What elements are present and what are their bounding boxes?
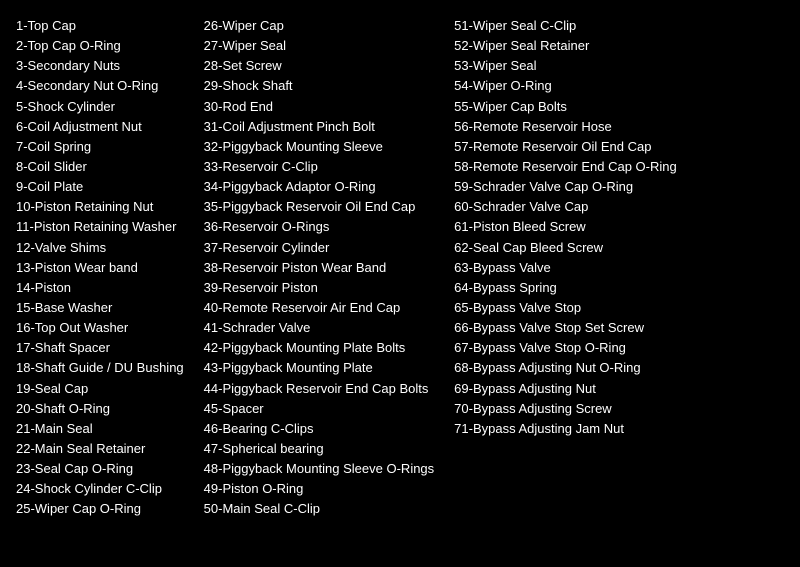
- list-item: 32-Piggyback Mounting Sleeve: [204, 137, 435, 157]
- list-item: 3-Secondary Nuts: [16, 56, 184, 76]
- list-item: 33-Reservoir C-Clip: [204, 157, 435, 177]
- list-item: 11-Piston Retaining Washer: [16, 217, 184, 237]
- list-item: 65-Bypass Valve Stop: [454, 298, 677, 318]
- list-item: 19-Seal Cap: [16, 379, 184, 399]
- list-item: 53-Wiper Seal: [454, 56, 677, 76]
- list-item: 70-Bypass Adjusting Screw: [454, 399, 677, 419]
- list-item: 29-Shock Shaft: [204, 76, 435, 96]
- list-item: 21-Main Seal: [16, 419, 184, 439]
- list-item: 25-Wiper Cap O-Ring: [16, 499, 184, 519]
- list-item: 46-Bearing C-Clips: [204, 419, 435, 439]
- list-item: 42-Piggyback Mounting Plate Bolts: [204, 338, 435, 358]
- list-item: 43-Piggyback Mounting Plate: [204, 358, 435, 378]
- list-item: 55-Wiper Cap Bolts: [454, 97, 677, 117]
- list-item: 27-Wiper Seal: [204, 36, 435, 56]
- list-item: 5-Shock Cylinder: [16, 97, 184, 117]
- list-item: 22-Main Seal Retainer: [16, 439, 184, 459]
- list-item: 71-Bypass Adjusting Jam Nut: [454, 419, 677, 439]
- list-item: 20-Shaft O-Ring: [16, 399, 184, 419]
- list-item: 67-Bypass Valve Stop O-Ring: [454, 338, 677, 358]
- list-item: 31-Coil Adjustment Pinch Bolt: [204, 117, 435, 137]
- list-item: 37-Reservoir Cylinder: [204, 238, 435, 258]
- list-item: 44-Piggyback Reservoir End Cap Bolts: [204, 379, 435, 399]
- list-item: 39-Reservoir Piston: [204, 278, 435, 298]
- column-2: 26-Wiper Cap27-Wiper Seal28-Set Screw29-…: [204, 16, 455, 520]
- list-item: 38-Reservoir Piston Wear Band: [204, 258, 435, 278]
- list-item: 61-Piston Bleed Screw: [454, 217, 677, 237]
- list-item: 68-Bypass Adjusting Nut O-Ring: [454, 358, 677, 378]
- list-item: 1-Top Cap: [16, 16, 184, 36]
- list-item: 56-Remote Reservoir Hose: [454, 117, 677, 137]
- list-item: 69-Bypass Adjusting Nut: [454, 379, 677, 399]
- list-item: 10-Piston Retaining Nut: [16, 197, 184, 217]
- list-item: 40-Remote Reservoir Air End Cap: [204, 298, 435, 318]
- list-item: 2-Top Cap O-Ring: [16, 36, 184, 56]
- list-item: 7-Coil Spring: [16, 137, 184, 157]
- list-item: 48-Piggyback Mounting Sleeve O-Rings: [204, 459, 435, 479]
- list-item: 6-Coil Adjustment Nut: [16, 117, 184, 137]
- list-item: 45-Spacer: [204, 399, 435, 419]
- list-item: 47-Spherical bearing: [204, 439, 435, 459]
- list-item: 14-Piston: [16, 278, 184, 298]
- list-item: 18-Shaft Guide / DU Bushing: [16, 358, 184, 378]
- list-item: 15-Base Washer: [16, 298, 184, 318]
- list-item: 60-Schrader Valve Cap: [454, 197, 677, 217]
- list-item: 50-Main Seal C-Clip: [204, 499, 435, 519]
- list-item: 28-Set Screw: [204, 56, 435, 76]
- list-item: 16-Top Out Washer: [16, 318, 184, 338]
- list-item: 13-Piston Wear band: [16, 258, 184, 278]
- list-item: 24-Shock Cylinder C-Clip: [16, 479, 184, 499]
- column-1: 1-Top Cap2-Top Cap O-Ring3-Secondary Nut…: [16, 16, 204, 520]
- list-item: 62-Seal Cap Bleed Screw: [454, 238, 677, 258]
- list-item: 36-Reservoir O-Rings: [204, 217, 435, 237]
- list-item: 35-Piggyback Reservoir Oil End Cap: [204, 197, 435, 217]
- list-item: 54-Wiper O-Ring: [454, 76, 677, 96]
- list-item: 52-Wiper Seal Retainer: [454, 36, 677, 56]
- list-item: 49-Piston O-Ring: [204, 479, 435, 499]
- list-item: 41-Schrader Valve: [204, 318, 435, 338]
- list-item: 59-Schrader Valve Cap O-Ring: [454, 177, 677, 197]
- list-item: 26-Wiper Cap: [204, 16, 435, 36]
- list-item: 17-Shaft Spacer: [16, 338, 184, 358]
- parts-list: 1-Top Cap2-Top Cap O-Ring3-Secondary Nut…: [16, 16, 784, 520]
- list-item: 30-Rod End: [204, 97, 435, 117]
- list-item: 51-Wiper Seal C-Clip: [454, 16, 677, 36]
- list-item: 34-Piggyback Adaptor O-Ring: [204, 177, 435, 197]
- list-item: 8-Coil Slider: [16, 157, 184, 177]
- list-item: 23-Seal Cap O-Ring: [16, 459, 184, 479]
- list-item: 58-Remote Reservoir End Cap O-Ring: [454, 157, 677, 177]
- column-3: 51-Wiper Seal C-Clip52-Wiper Seal Retain…: [454, 16, 677, 439]
- list-item: 12-Valve Shims: [16, 238, 184, 258]
- list-item: 66-Bypass Valve Stop Set Screw: [454, 318, 677, 338]
- list-item: 57-Remote Reservoir Oil End Cap: [454, 137, 677, 157]
- list-item: 64-Bypass Spring: [454, 278, 677, 298]
- list-item: 9-Coil Plate: [16, 177, 184, 197]
- list-item: 4-Secondary Nut O-Ring: [16, 76, 184, 96]
- list-item: 63-Bypass Valve: [454, 258, 677, 278]
